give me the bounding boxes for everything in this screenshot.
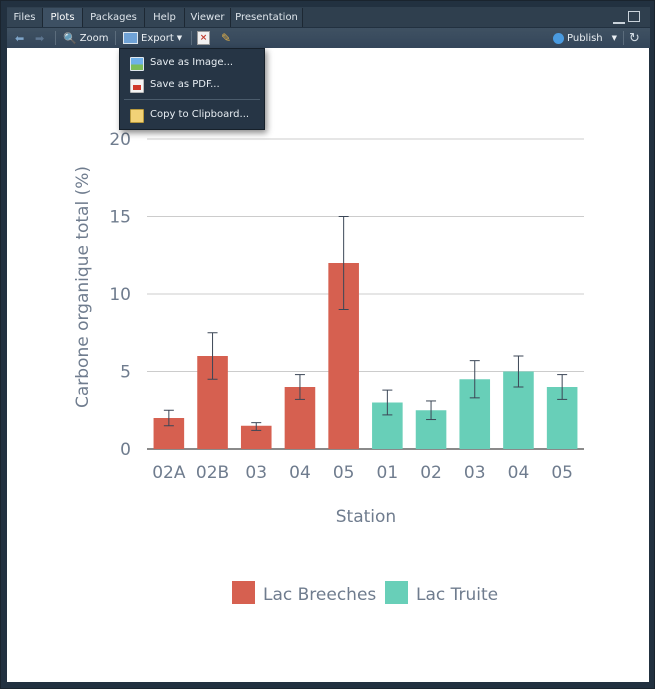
clear-all-button[interactable]: ✎: [221, 30, 231, 46]
legend-label-breeches: Lac Breeches: [263, 585, 376, 605]
plots-toolbar: ⬅ ➡ 🔍 Zoom Export ▼ × ✎ Publish ▼ ↻: [7, 28, 650, 49]
y-tick-label: 10: [109, 285, 131, 305]
publish-label: Publish: [567, 32, 603, 44]
tab-viewer[interactable]: Viewer: [185, 8, 231, 27]
x-tick-label: 04: [508, 463, 530, 483]
remove-plot-icon: ×: [197, 31, 210, 45]
refresh-button[interactable]: ↻: [629, 30, 640, 46]
x-tick-label: 01: [377, 463, 399, 483]
plots-pane: Files Plots Packages Help Viewer Present…: [0, 0, 655, 689]
y-tick-label: 5: [120, 363, 131, 383]
bar-chart: 05101520 02A 02B 03 04 05 01 02 03 04 05 Carbone …: [73, 130, 584, 605]
pane-tab-bar: Files Plots Packages Help Viewer Present…: [7, 7, 650, 27]
save-as-pdf-label: Save as PDF...: [150, 79, 220, 90]
zoom-button[interactable]: 🔍 Zoom: [63, 30, 109, 46]
publish-button[interactable]: Publish ▼: [553, 30, 617, 46]
magnifier-icon: 🔍: [63, 31, 77, 45]
tab-plots[interactable]: Plots: [43, 8, 83, 27]
legend: Lac Breeches Lac Truite: [232, 581, 498, 605]
save-as-image-item[interactable]: Save as Image...: [120, 53, 264, 73]
export-dropdown-menu: Save as Image... Save as PDF... Copy to …: [119, 48, 265, 130]
pdf-icon: [130, 79, 144, 93]
x-tick-label: 02A: [152, 463, 186, 483]
tab-files[interactable]: Files: [7, 8, 43, 27]
export-button[interactable]: Export ▼: [123, 30, 182, 46]
publish-icon: [553, 32, 564, 44]
y-axis-label: Carbone organique total (%): [73, 166, 93, 408]
menu-divider: [124, 99, 260, 100]
x-tick-label: 02: [420, 463, 442, 483]
save-as-pdf-item[interactable]: Save as PDF...: [120, 75, 264, 95]
maximize-icon[interactable]: [628, 11, 640, 22]
save-as-image-label: Save as Image...: [150, 57, 234, 68]
x-tick-label: 04: [289, 463, 311, 483]
x-tick-label: 03: [464, 463, 486, 483]
minimize-icon[interactable]: [613, 15, 625, 24]
y-tick-label: 15: [109, 208, 131, 228]
x-axis-label: Station: [336, 507, 396, 527]
window-controls: [613, 11, 640, 24]
clipboard-icon: [130, 109, 144, 123]
refresh-icon: ↻: [629, 30, 640, 46]
x-tick-label: 03: [245, 463, 267, 483]
x-tick-label: 02B: [196, 463, 229, 483]
copy-to-clipboard-item[interactable]: Copy to Clipboard...: [120, 105, 264, 125]
image-icon: [130, 57, 144, 71]
x-tick-label: 05: [333, 463, 355, 483]
zoom-label: Zoom: [79, 32, 109, 44]
remove-plot-button[interactable]: ×: [197, 30, 210, 46]
broom-icon: ✎: [221, 31, 232, 45]
tab-help[interactable]: Help: [145, 8, 185, 27]
legend-swatch-breeches: [232, 581, 255, 604]
legend-swatch-truite: [385, 581, 408, 604]
plot-canvas: 0 5 10 15 20 02A 02B 03 04 05 01 02 03 04 05 Carbone …: [7, 48, 649, 682]
y-tick-label: 20: [109, 130, 131, 150]
export-label: Export: [141, 32, 174, 44]
legend-label-truite: Lac Truite: [416, 585, 498, 605]
export-image-icon: [123, 32, 138, 44]
tab-packages[interactable]: Packages: [83, 8, 145, 27]
x-tick-label: 05: [551, 463, 573, 483]
y-tick-label: 0: [120, 440, 131, 460]
chevron-down-icon: ▼: [176, 34, 183, 42]
chevron-down-icon: ▼: [611, 34, 618, 42]
forward-arrow-icon[interactable]: ➡: [35, 30, 44, 46]
back-arrow-icon[interactable]: ⬅: [15, 30, 24, 46]
copy-to-clipboard-label: Copy to Clipboard...: [150, 109, 250, 120]
tab-presentation[interactable]: Presentation: [231, 8, 303, 27]
